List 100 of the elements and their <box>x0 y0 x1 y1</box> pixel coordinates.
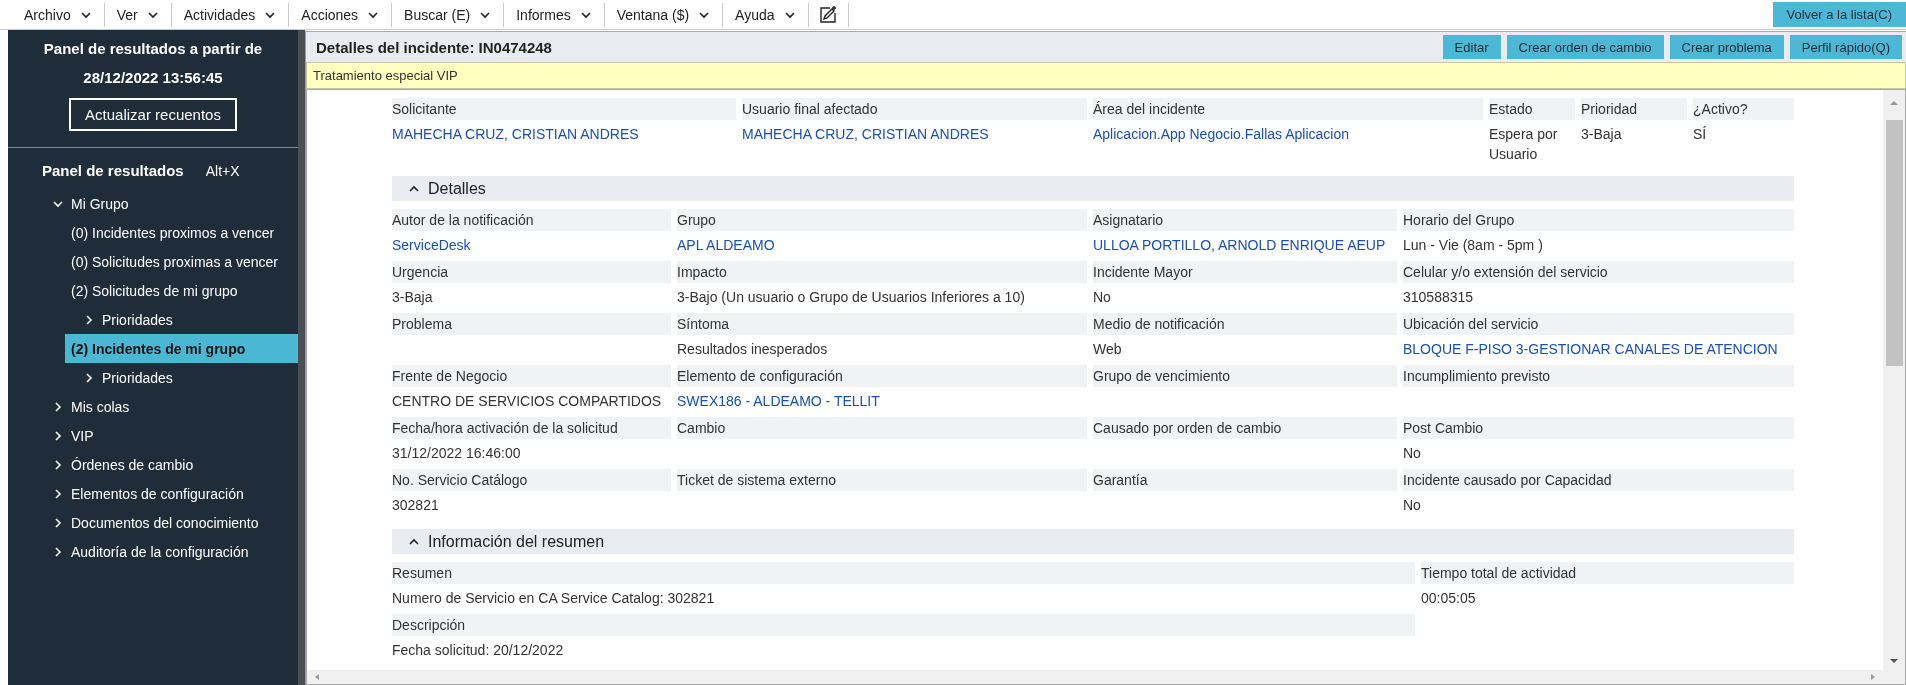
field-label: ¿Activo? <box>1693 98 1794 120</box>
field-label: Elemento de configuración <box>677 365 1087 387</box>
vertical-scrollbar[interactable] <box>1883 90 1905 670</box>
field-value: 00:05:05 <box>1421 589 1477 608</box>
field-value: Lun - Vie (8am - 5pm ) <box>1403 236 1544 255</box>
sidebar-title: 28/12/2022 13:56:45 <box>82 68 224 88</box>
tree-item[interactable]: Órdenes de cambio <box>46 450 298 479</box>
menu-item[interactable]: Archivo <box>12 2 105 27</box>
field-link[interactable]: MAHECHA CRUZ, CRISTIAN ANDRES <box>742 120 1087 164</box>
scroll-up-icon[interactable] <box>1889 98 1899 108</box>
field-label: Área del incidente <box>1093 98 1483 120</box>
field-label: Impacto <box>677 261 1087 283</box>
field-label: Resumen <box>392 562 1415 584</box>
tree-item[interactable]: Auditoría de la configuración <box>46 537 298 566</box>
field-link[interactable]: ServiceDesk <box>392 231 671 257</box>
chevron-icon <box>52 458 64 471</box>
chevron-icon <box>52 487 64 500</box>
field-value: SÍ <box>1693 125 1708 144</box>
tree-item[interactable]: Elementos de configuración <box>46 479 298 508</box>
field-label: Fecha/hora activación de la solicitud <box>392 417 671 439</box>
tree-item[interactable]: Prioridades <box>77 305 298 334</box>
tree-item[interactable]: (0) Incidentes proximos a vencer <box>65 218 298 247</box>
field-label: Grupo de vencimiento <box>1093 365 1397 387</box>
menu-item[interactable]: Ventana ($) <box>604 2 724 27</box>
field-link[interactable]: SWEX186 - ALDEAMO - TELLIT <box>677 387 1087 413</box>
field-link[interactable]: BLOQUE F-PISO 3-GESTIONAR CANALES DE ATENCION <box>1403 335 1794 361</box>
tree-item[interactable]: (2) Solicitudes de mi grupo <box>65 276 298 305</box>
section-header[interactable]: Detalles <box>392 176 1794 201</box>
field-label: Ubicación del servicio <box>1403 313 1794 335</box>
menu-item[interactable]: Acciones <box>289 2 393 27</box>
action-button[interactable]: Editar <box>1442 35 1501 59</box>
panel-title: Panel de resultados <box>42 162 184 179</box>
action-button[interactable]: Perfil rápido(Q) <box>1789 35 1902 59</box>
chevron-icon <box>52 429 64 442</box>
field-value: Web <box>1093 340 1123 359</box>
field-label: Descripción <box>392 614 1415 636</box>
chevron-icon <box>52 400 64 413</box>
scroll-left-icon[interactable] <box>313 673 321 681</box>
field-label: Urgencia <box>392 261 671 283</box>
sidebar-title: Panel de resultados a partir de <box>42 39 264 59</box>
field-value: No <box>1403 444 1422 463</box>
tree-item[interactable]: (0) Solicitudes proximas a vencer <box>65 247 298 276</box>
field-value: No <box>1403 496 1422 515</box>
field-label: Grupo <box>677 209 1087 231</box>
chevron-icon <box>52 545 64 558</box>
field-label: Frente de Negocio <box>392 365 671 387</box>
field-value: CENTRO DE SERVICIOS COMPARTIDOS <box>392 392 663 411</box>
section-header[interactable]: Información del resumen <box>392 529 1794 554</box>
field-label: Usuario final afectado <box>742 98 1087 120</box>
detail-title: Detalles del incidente: IN0474248 <box>316 38 552 56</box>
field-label: Incidente causado por Capacidad <box>1403 469 1794 491</box>
menu-item[interactable]: Actividades <box>171 2 290 27</box>
field-value: 3-Baja <box>1581 125 1623 144</box>
field-value: Espera por Usuario <box>1489 125 1559 164</box>
field-value: Numero de Servicio en CA Service Catalog: 302821 <box>392 589 716 608</box>
field-value: 31/12/2022 16:46:00 <box>392 444 522 463</box>
tree-item[interactable]: Mis colas <box>46 392 298 421</box>
field-value: 302821 <box>392 496 440 515</box>
action-button[interactable]: Crear orden de cambio <box>1506 35 1664 59</box>
field-label: No. Servicio Catálogo <box>392 469 671 491</box>
menu-item[interactable]: Ver <box>104 2 172 27</box>
horizontal-scrollbar[interactable] <box>307 670 1905 684</box>
menu-item[interactable]: Informes <box>504 2 605 27</box>
field-label: Garantía <box>1093 469 1397 491</box>
field-label: Solicitante <box>392 98 736 120</box>
action-button[interactable]: Crear problema <box>1669 35 1784 59</box>
tree-item[interactable]: Prioridades <box>77 363 298 392</box>
tree-item[interactable]: Documentos del conocimiento <box>46 508 298 537</box>
field-link[interactable]: MAHECHA CRUZ, CRISTIAN ANDRES <box>392 120 736 164</box>
field-label: Causado por orden de cambio <box>1093 417 1397 439</box>
field-label: Síntoma <box>677 313 1087 335</box>
field-label: Post Cambio <box>1403 417 1794 439</box>
chevron-icon <box>83 371 95 384</box>
scroll-right-icon[interactable] <box>1869 673 1877 681</box>
edit-icon <box>818 4 839 25</box>
back-to-list-button[interactable]: Volver a la lista(C) <box>1772 2 1906 27</box>
field-label: Cambio <box>677 417 1087 439</box>
field-value: No <box>1093 288 1112 307</box>
field-label: Prioridad <box>1581 98 1687 120</box>
field-label: Celular y/o extensión del servicio <box>1403 261 1794 283</box>
field-value: 310588315 <box>1403 288 1475 307</box>
menu-item[interactable]: Ayuda <box>723 2 809 27</box>
tree-item[interactable]: (2) Incidentes de mi grupo <box>65 334 298 363</box>
vip-banner: Tratamiento especial VIP <box>306 62 1906 89</box>
tree-item[interactable]: VIP <box>46 421 298 450</box>
field-value: 3-Bajo (Un usuario o Grupo de Usuarios Inferiores a 10) <box>677 288 1026 307</box>
field-label: Autor de la notificación <box>392 209 671 231</box>
shortcut-hint: Alt+X <box>205 162 240 179</box>
field-link[interactable]: APL ALDEAMO <box>677 231 1087 257</box>
field-link[interactable]: Aplicacion.App Negocio.Fallas Aplicacion <box>1093 120 1483 164</box>
field-label: Horario del Grupo <box>1403 209 1794 231</box>
refresh-button[interactable]: Actualizar recuentos <box>69 98 237 131</box>
field-value: Resultados inesperados <box>677 340 829 359</box>
field-label: Ticket de sistema externo <box>677 469 1087 491</box>
field-label: Medio de notificación <box>1093 313 1397 335</box>
field-label: Tiempo total de actividad <box>1421 562 1794 584</box>
menu-item[interactable]: Buscar (E) <box>392 2 505 27</box>
field-link[interactable]: ULLOA PORTILLO, ARNOLD ENRIQUE AEUP <box>1093 231 1397 257</box>
scroll-down-icon[interactable] <box>1889 656 1899 666</box>
tree-item[interactable]: Mi Grupo <box>46 189 298 218</box>
